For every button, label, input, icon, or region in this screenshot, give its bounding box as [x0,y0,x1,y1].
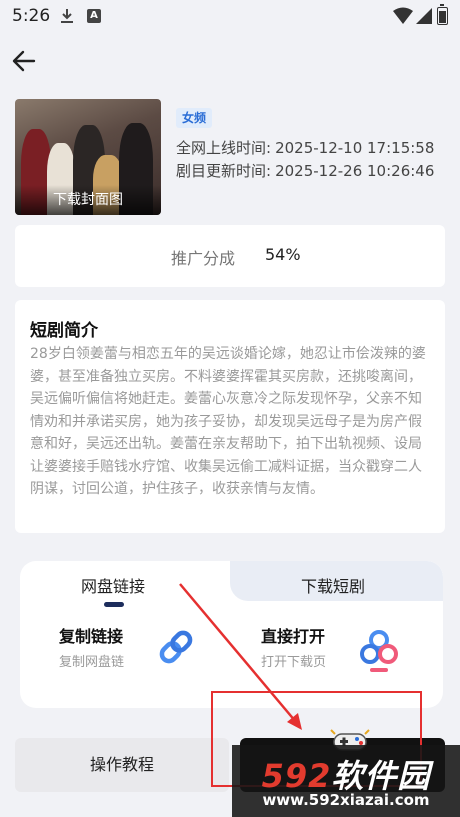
synopsis-text: 28岁白领姜蕾与相恋五年的吴远谈婚论嫁，她忍让市侩泼辣的婆婆，甚至准备独立买房。… [30,346,426,497]
watermark-url: www.592xiazai.com [262,791,430,809]
watermark-brand-num: 592 [261,757,332,795]
update-time-value: 2025-12-26 10:26:46 [275,162,435,180]
open-app-icon [360,630,398,672]
open-direct-subtitle: 打开下载页 [261,655,327,670]
share-card: 推广分成 54% [15,225,445,287]
synopsis-card: 短剧简介 28岁白领姜蕾与相恋五年的吴远谈婚论嫁，她忍让市侩泼辣的婆婆，甚至准备… [15,300,445,533]
online-time: 全网上线时间: 2025-12-10 17:15:58 [176,137,434,158]
wifi-icon [393,7,413,24]
app-notification-icon: A [87,9,101,23]
battery-icon [437,4,448,25]
link-icon [159,630,193,664]
tutorial-button[interactable]: 操作教程 [15,738,229,792]
genre-tag: 女频 [176,108,213,128]
open-direct-action[interactable]: 直接打开 打开下载页 [230,611,443,701]
synopsis-title: 短剧简介 [30,321,98,341]
link-tabs-card: 网盘链接 下载短剧 复制链接 复制网盘链 直接打开 打开下载页 [20,561,443,708]
open-direct-title: 直接打开 [261,627,326,646]
watermark-592: 592软件园 www.592xiazai.com [232,745,460,817]
tab-netdisk-link[interactable]: 网盘链接 [81,573,145,597]
copy-link-subtitle: 复制网盘链 [59,655,125,670]
update-time-label: 剧目更新时间: [176,162,272,180]
copy-link-title: 复制链接 [59,627,124,646]
watermark-brand-text: 软件园 [331,757,431,795]
download-cover-label[interactable]: 下载封面图 [15,185,161,215]
tab-download-drama[interactable]: 下载短剧 [301,573,365,597]
online-time-value: 2025-12-10 17:15:58 [275,139,435,157]
update-time: 剧目更新时间: 2025-12-26 10:26:46 [176,160,434,181]
back-arrow-icon[interactable] [10,46,40,76]
copy-link-action[interactable]: 复制链接 复制网盘链 [20,611,230,701]
tab-indicator [104,602,124,607]
cover-image[interactable]: 下载封面图 [15,99,161,215]
status-time: 5:26 [12,6,51,26]
download-icon [61,9,73,23]
signal-icon [416,8,432,24]
online-time-label: 全网上线时间: [176,139,272,157]
status-bar: 5:26 A [0,0,460,34]
share-value: 54% [265,245,301,264]
share-label: 推广分成 [171,249,236,268]
